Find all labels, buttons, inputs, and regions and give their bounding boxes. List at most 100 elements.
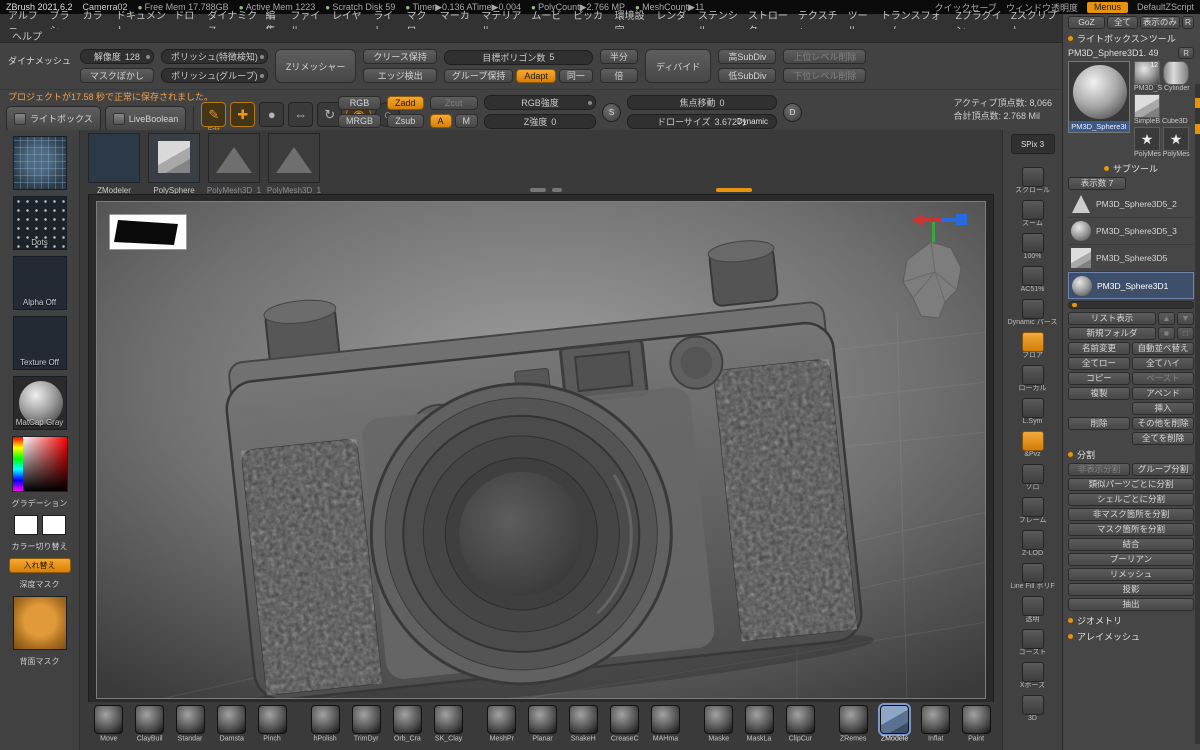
- edit-mode-icon[interactable]: ✎: [201, 102, 227, 127]
- visible-count[interactable]: 表示数 7: [1068, 177, 1126, 190]
- tool-shelf-item[interactable]: PolySphere: [148, 133, 200, 195]
- subtool-button[interactable]: ▼: [1176, 312, 1194, 325]
- brush-item[interactable]: Maske: [698, 705, 739, 743]
- subtool-button[interactable]: 全てを削除: [1132, 432, 1194, 445]
- document-canvas[interactable]: [96, 201, 986, 699]
- delete-higher-button[interactable]: 上位レベル削除: [783, 49, 867, 64]
- reference-head-mesh[interactable]: [897, 238, 969, 329]
- rgb-button[interactable]: RGB: [338, 96, 381, 110]
- main-color-swatch[interactable]: [13, 515, 38, 535]
- secondary-color-swatch[interactable]: [41, 515, 66, 535]
- swap-colors-button[interactable]: 入れ替え: [8, 558, 71, 573]
- brush-item[interactable]: Damsta: [211, 705, 252, 743]
- tool-r-button[interactable]: R: [1178, 47, 1194, 59]
- rightshelf-icon[interactable]: 100%: [1004, 233, 1062, 266]
- subtool-button[interactable]: 自動並べ替え: [1132, 342, 1194, 355]
- depth-mask-label[interactable]: 深度マスク: [20, 579, 60, 590]
- keep-groups-button[interactable]: グループ保持: [443, 68, 514, 83]
- subtool-button[interactable]: 挿入: [1132, 402, 1194, 415]
- gradient-label[interactable]: グラデーション: [12, 498, 68, 509]
- alpha-preview[interactable]: [109, 214, 187, 250]
- brush-item[interactable]: Pinch: [252, 705, 293, 743]
- geometry-section[interactable]: ジオメトリ: [1068, 614, 1194, 627]
- rightshelf-icon[interactable]: 3D: [1004, 695, 1062, 728]
- subtool-button[interactable]: 抽出: [1068, 598, 1194, 611]
- brush-item[interactable]: MAHma: [645, 705, 686, 743]
- current-alpha-thumbnail[interactable]: Alpha Off: [12, 256, 67, 310]
- edge-detect-button[interactable]: エッジ検出: [363, 68, 437, 83]
- brush-item[interactable]: ZRemes: [833, 705, 874, 743]
- subtool-button[interactable]: グループ分割: [1132, 463, 1194, 476]
- rightshelf-icon[interactable]: ゴースト: [1004, 629, 1062, 662]
- subtool-button[interactable]: 新規フォルダ: [1068, 327, 1156, 340]
- goz-button[interactable]: GoZ: [1068, 16, 1105, 29]
- rightshelf-icon[interactable]: Line Fill ポリF: [1004, 563, 1062, 596]
- subtool-button[interactable]: 結合: [1068, 538, 1194, 551]
- active-tool-thumbnail[interactable]: PM3D_Sphere3I: [1068, 61, 1130, 133]
- divide-button[interactable]: ディバイド: [644, 49, 712, 83]
- saturation-square[interactable]: [22, 437, 67, 491]
- rightshelf-icon[interactable]: Dynamic パース: [1004, 299, 1062, 332]
- lightbox-tool-header[interactable]: ライトボックス＞ツール: [1068, 32, 1194, 45]
- dynamic-tag[interactable]: Dynamic: [737, 117, 768, 126]
- rightshelf-icon[interactable]: スクロール: [1004, 167, 1062, 200]
- mask-blur-button[interactable]: マスクぼかし: [79, 68, 154, 83]
- brush-item[interactable]: Paint: [956, 705, 997, 743]
- menus-toggle-button[interactable]: Menus: [1086, 1, 1128, 13]
- slider-handle[interactable]: [259, 74, 264, 78]
- m-button[interactable]: M: [454, 114, 479, 128]
- subtool-button[interactable]: リメッシュ: [1068, 568, 1194, 581]
- subtool-button[interactable]: その他を削除: [1132, 417, 1194, 430]
- tool-thumb-sphere[interactable]: 12: [1134, 61, 1160, 85]
- transpose-gyro-icon[interactable]: ✚: [230, 102, 256, 127]
- subtool-button[interactable]: マスク箇所を分割: [1068, 523, 1194, 536]
- menu-help[interactable]: ヘルプ: [8, 28, 46, 43]
- depth-mask-thumbnail[interactable]: [12, 596, 67, 650]
- polish-group-slider[interactable]: ポリッシュ(グループ): [160, 68, 268, 83]
- brush-item[interactable]: Standar: [170, 705, 211, 743]
- polish-feature-slider[interactable]: ポリッシュ(特徴検知): [160, 49, 268, 64]
- same-button[interactable]: 同一: [558, 68, 593, 83]
- delete-lower-button[interactable]: 下位レベル削除: [783, 68, 867, 83]
- brush-item[interactable]: TrimDyr: [346, 705, 387, 743]
- rightshelf-spix[interactable]: SPix 3: [1004, 134, 1062, 167]
- subtool-button[interactable]: 名前変更: [1068, 342, 1130, 355]
- subtool-button[interactable]: 類似パーツごとに分割: [1068, 478, 1194, 491]
- rightshelf-icon[interactable]: ローカル: [1004, 365, 1062, 398]
- subtool-item[interactable]: PM3D_Sphere3D1: [1068, 272, 1194, 299]
- tool-thumb-star[interactable]: [1163, 127, 1189, 151]
- h-scroll-handle[interactable]: [530, 188, 546, 192]
- low-subdiv-button[interactable]: 低SubDiv: [718, 68, 777, 83]
- rightshelf-icon[interactable]: フロア: [1004, 332, 1062, 365]
- keep-crease-button[interactable]: クリース保持: [363, 49, 437, 64]
- rightshelf-icon[interactable]: 透明: [1004, 596, 1062, 629]
- rightshelf-icon[interactable]: ズーム: [1004, 200, 1062, 233]
- zcut-button[interactable]: Zcut: [429, 96, 479, 110]
- lightbox-button[interactable]: ライトボックス: [6, 105, 101, 132]
- subtool-button[interactable]: シェルごとに分割: [1068, 493, 1194, 506]
- default-zscript-button[interactable]: DefaultZScript: [1137, 2, 1194, 12]
- tool-thumb-star[interactable]: [1134, 127, 1160, 151]
- z-intensity-slider[interactable]: Z強度 0: [484, 114, 597, 129]
- color-switch-label[interactable]: カラー切り替え: [12, 541, 68, 552]
- rgb-intensity-slider[interactable]: RGB強度: [484, 95, 597, 110]
- brush-item[interactable]: ClipCur: [780, 705, 821, 743]
- subtool-button[interactable]: 非マスク箇所を分割: [1068, 508, 1194, 521]
- subtool-button[interactable]: □: [1176, 327, 1194, 340]
- viewport-render[interactable]: [97, 202, 986, 699]
- subtool-button[interactable]: コピー: [1068, 372, 1130, 385]
- subtool-button[interactable]: 全てハイ: [1132, 357, 1194, 370]
- rightshelf-icon[interactable]: Z-LOD: [1004, 530, 1062, 563]
- current-texture-thumbnail[interactable]: Texture Off: [12, 316, 67, 370]
- subtool-button[interactable]: ブーリアン: [1068, 553, 1194, 566]
- adapt-button[interactable]: Adapt: [516, 68, 556, 83]
- subtool-button[interactable]: リスト表示: [1068, 312, 1156, 325]
- draw-size-slider[interactable]: ドローサイズ 3.67271 Dynamic: [627, 114, 778, 129]
- brush-item[interactable]: CreaseC: [604, 705, 645, 743]
- high-subdiv-button[interactable]: 高SubDiv: [718, 49, 777, 64]
- split-header[interactable]: 分割: [1077, 448, 1095, 461]
- hue-strip[interactable]: [12, 437, 23, 491]
- subtool-header[interactable]: サブツール: [1113, 162, 1158, 175]
- current-material-thumbnail[interactable]: MatCap Gray: [12, 376, 67, 430]
- zremesher-button[interactable]: Zリメッシャー: [274, 49, 357, 83]
